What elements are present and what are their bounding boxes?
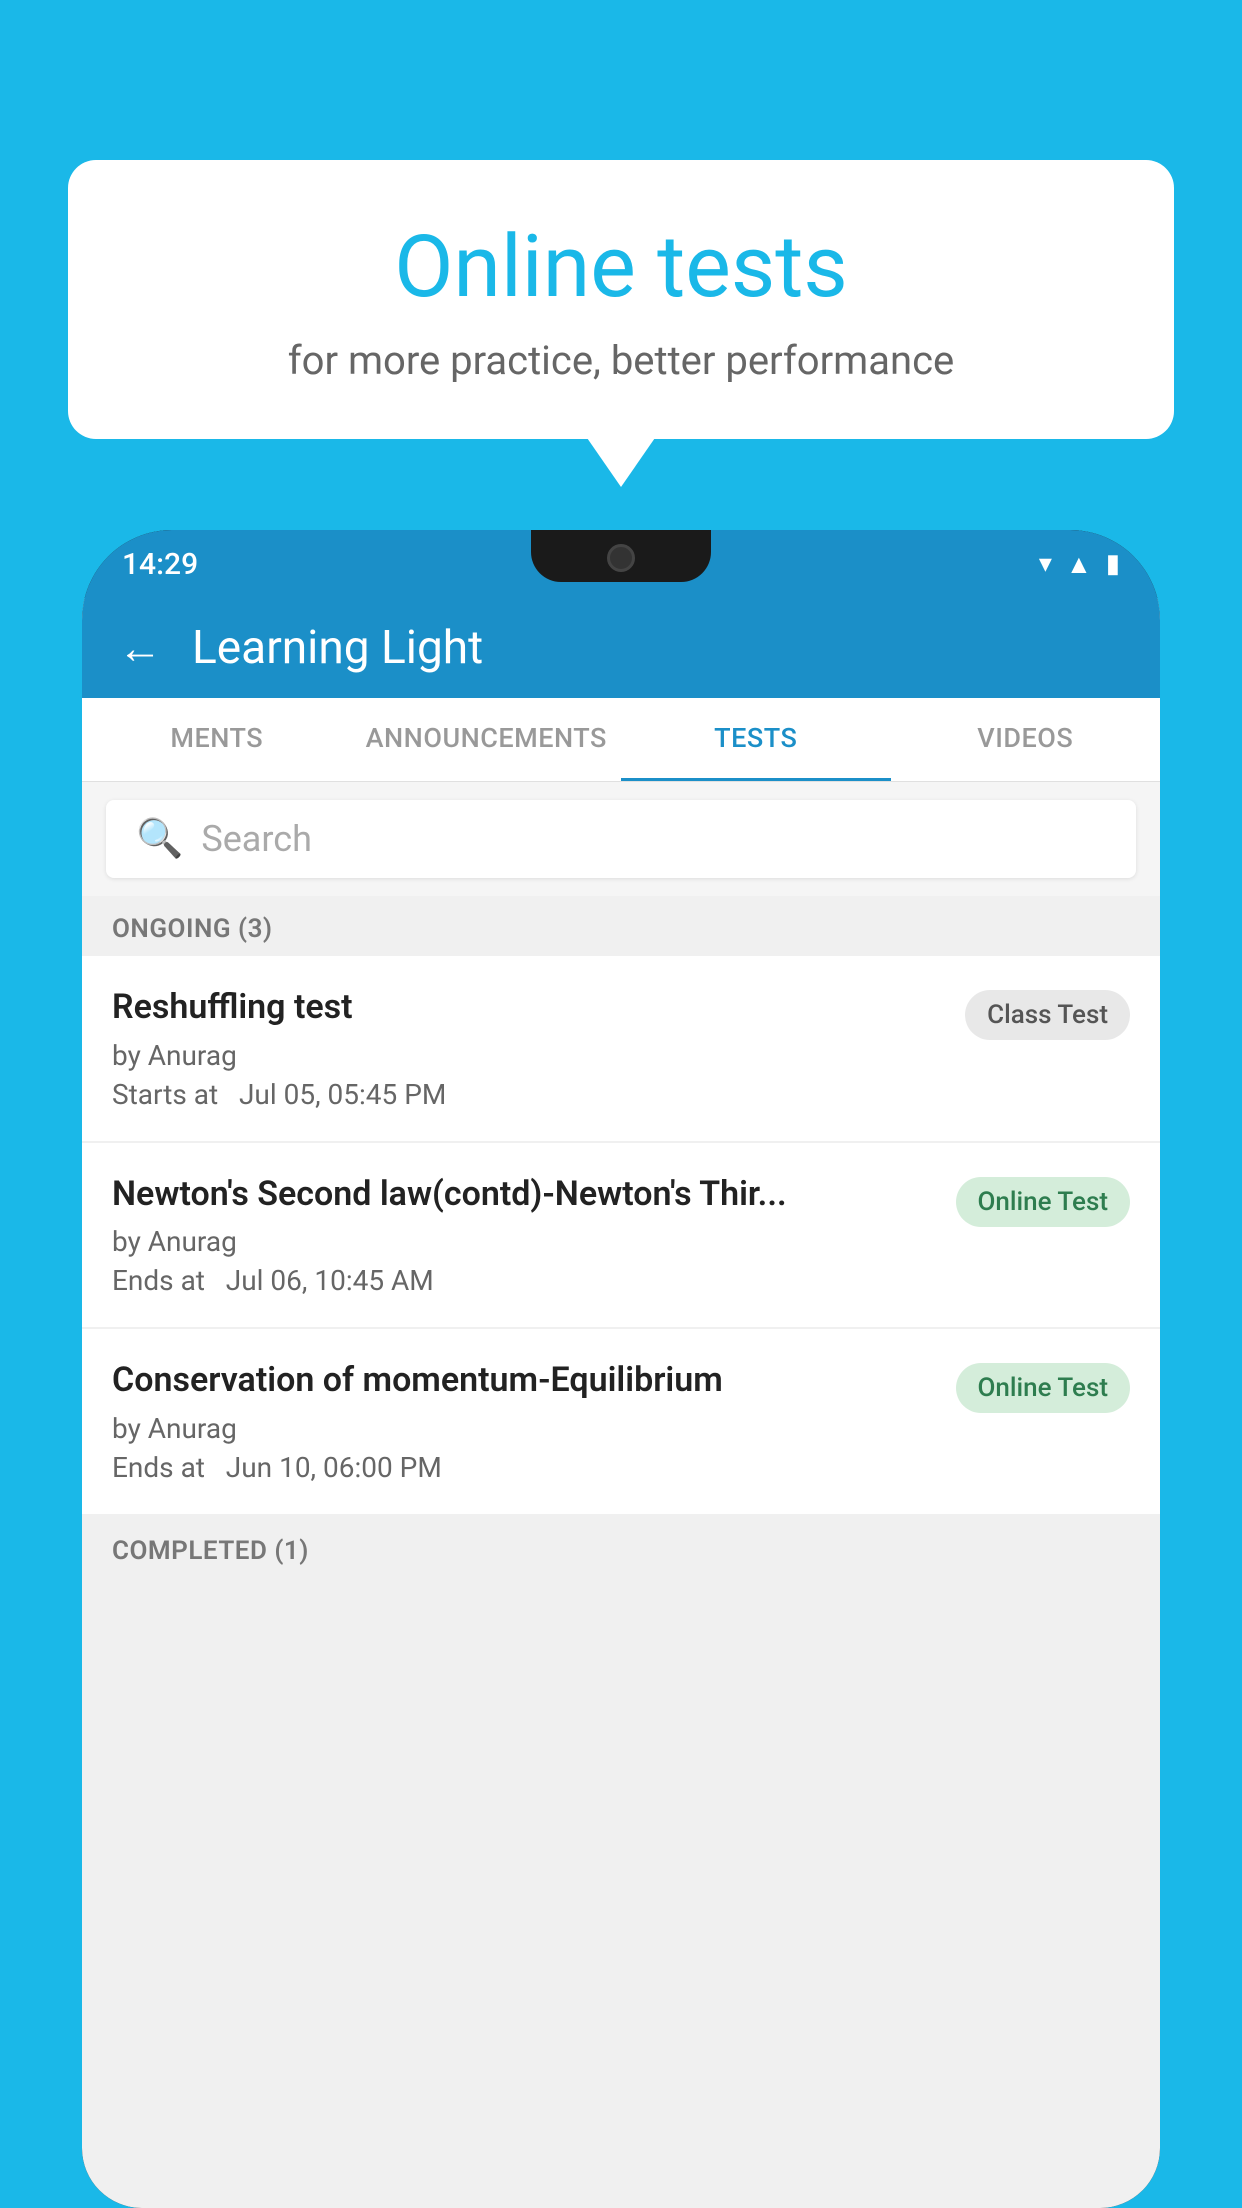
tab-tests[interactable]: TESTS <box>621 698 891 781</box>
section-ongoing-header: ONGOING (3) <box>82 896 1160 956</box>
test-item-info: Newton's Second law(contd)-Newton's Thir… <box>112 1173 956 1298</box>
speech-bubble: Online tests for more practice, better p… <box>68 160 1174 439</box>
bubble-title: Online tests <box>118 220 1124 315</box>
tab-ments[interactable]: MENTS <box>82 698 352 781</box>
test-item-title: Newton's Second law(contd)-Newton's Thir… <box>112 1173 936 1216</box>
bubble-subtitle: for more practice, better performance <box>118 337 1124 384</box>
test-item-by: by Anurag <box>112 1225 936 1258</box>
tab-announcements[interactable]: ANNOUNCEMENTS <box>352 698 622 781</box>
search-bar[interactable]: 🔍 Search <box>106 800 1136 878</box>
battery-icon: ▮ <box>1106 549 1120 579</box>
status-time: 14:29 <box>122 547 198 582</box>
search-icon: 🔍 <box>136 817 183 861</box>
test-badge-online: Online Test <box>956 1177 1131 1227</box>
test-item-title: Conservation of momentum-Equilibrium <box>112 1359 936 1402</box>
test-item-by: by Anurag <box>112 1412 936 1445</box>
wifi-icon: ▾ <box>1039 549 1052 579</box>
test-badge-online: Online Test <box>956 1363 1131 1413</box>
phone-screen: ← Learning Light MENTS ANNOUNCEMENTS TES… <box>82 598 1160 2208</box>
app-bar: ← Learning Light <box>82 598 1160 698</box>
test-item-info: Conservation of momentum-Equilibrium by … <box>112 1359 956 1484</box>
test-item-date: Ends at Jun 10, 06:00 PM <box>112 1451 936 1484</box>
app-bar-title: Learning Light <box>192 621 483 675</box>
section-completed-header: COMPLETED (1) <box>82 1518 1160 1578</box>
search-input[interactable]: Search <box>201 818 312 860</box>
test-item-date: Ends at Jul 06, 10:45 AM <box>112 1264 936 1297</box>
phone-frame: 14:29 ▾ ▲ ▮ ← Learning Light MENTS ANNOU… <box>82 530 1160 2208</box>
test-item[interactable]: Conservation of momentum-Equilibrium by … <box>82 1329 1160 1514</box>
test-item-info: Reshuffling test by Anurag Starts at Jul… <box>112 986 965 1111</box>
tabs-bar: MENTS ANNOUNCEMENTS TESTS VIDEOS <box>82 698 1160 782</box>
test-item-date: Starts at Jul 05, 05:45 PM <box>112 1078 945 1111</box>
test-item[interactable]: Reshuffling test by Anurag Starts at Jul… <box>82 956 1160 1141</box>
tab-videos[interactable]: VIDEOS <box>891 698 1161 781</box>
test-item[interactable]: Newton's Second law(contd)-Newton's Thir… <box>82 1143 1160 1328</box>
search-container: 🔍 Search <box>82 782 1160 896</box>
camera-icon <box>607 544 635 572</box>
phone-notch <box>531 530 711 582</box>
status-icons: ▾ ▲ ▮ <box>1039 549 1120 580</box>
signal-icon: ▲ <box>1066 549 1092 580</box>
test-badge-class: Class Test <box>965 990 1130 1040</box>
test-item-title: Reshuffling test <box>112 986 945 1029</box>
test-item-by: by Anurag <box>112 1039 945 1072</box>
back-button[interactable]: ← <box>118 622 162 674</box>
